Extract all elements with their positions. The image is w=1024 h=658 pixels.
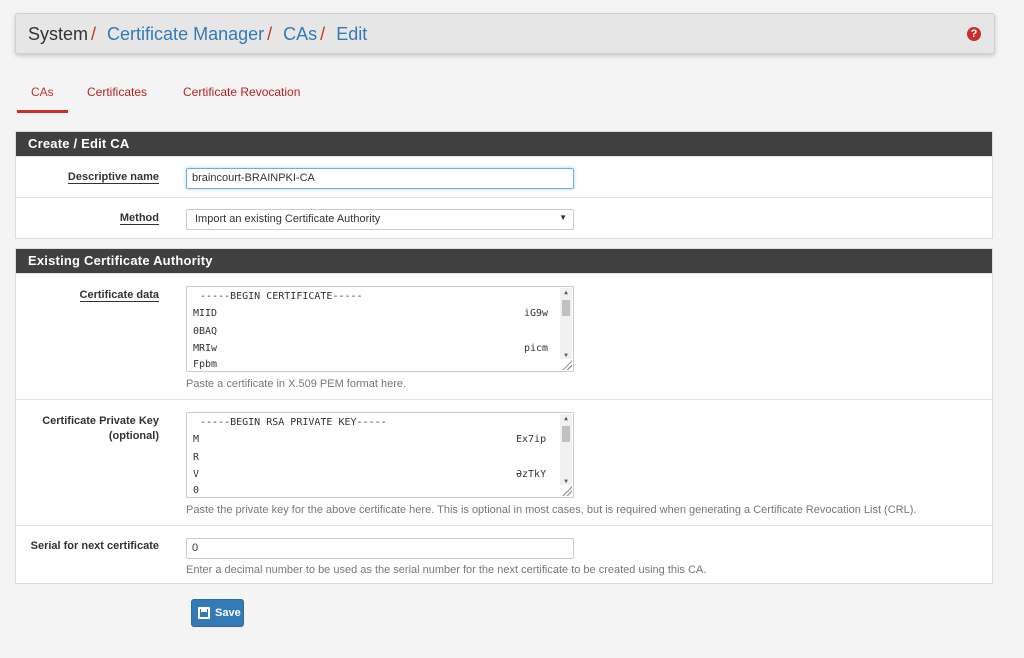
breadcrumb-cas[interactable]: CAs — [283, 24, 317, 44]
panel-heading-existing-ca: Existing Certificate Authority — [16, 249, 992, 273]
chevron-up-icon[interactable]: ▲ — [560, 415, 572, 422]
breadcrumb: System / Certificate Manager / CAs / Edit — [28, 24, 368, 44]
descriptive-name-input[interactable]: braincourt-BRAINPKI-CA — [186, 168, 574, 189]
create-edit-ca-panel: Create / Edit CA Descriptive name brainc… — [15, 131, 993, 239]
private-key-help: Paste the private key for the above cert… — [186, 504, 917, 516]
scrollbar-thumb[interactable] — [562, 300, 570, 316]
existing-ca-panel: Existing Certificate Authority Certifica… — [15, 248, 993, 584]
row-descriptive-name: Descriptive name braincourt-BRAINPKI-CA — [16, 156, 992, 197]
private-key-optional-label: (optional) — [108, 430, 159, 442]
tab-cas[interactable]: CAs — [17, 82, 68, 113]
method-select[interactable]: Import an existing Certificate Authority… — [186, 209, 574, 230]
breadcrumb-edit[interactable]: Edit — [336, 24, 367, 44]
resize-handle-icon[interactable] — [562, 360, 572, 370]
certificate-data-label: Certificate data — [79, 289, 159, 302]
tab-certificate-revocation[interactable]: Certificate Revocation — [183, 82, 300, 113]
cert-line-tail: iG9w — [524, 308, 549, 319]
method-label: Method — [119, 212, 159, 225]
key-line: R — [193, 452, 200, 463]
cert-line: MIID — [193, 308, 218, 319]
resize-handle-icon[interactable] — [562, 486, 572, 496]
save-button[interactable]: Save — [191, 599, 244, 627]
scrollbar[interactable]: ▲ ▼ — [560, 288, 572, 359]
cert-line: MRIw — [193, 343, 218, 354]
serial-help: Enter a decimal number to be used as the… — [186, 564, 707, 576]
breadcrumb-bar: System / Certificate Manager / CAs / Edit ? — [15, 13, 995, 54]
chevron-down-icon: ▼ — [559, 213, 567, 222]
row-method: Method Import an existing Certificate Au… — [16, 197, 992, 239]
scrollbar[interactable]: ▲ ▼ — [560, 414, 572, 485]
cert-line: 0BAQ — [193, 326, 218, 337]
cert-line: Fpbm — [193, 359, 218, 370]
cert-line: -----BEGIN CERTIFICATE----- — [200, 291, 363, 302]
serial-input[interactable]: 0 — [186, 538, 574, 559]
private-key-textarea[interactable]: -----BEGIN RSA PRIVATE KEY----- M R V 0 … — [186, 412, 574, 498]
tab-certificates[interactable]: Certificates — [87, 82, 147, 113]
question-icon[interactable]: ? — [967, 27, 981, 41]
row-certificate-data: Certificate data -----BEGIN CERTIFICATE-… — [16, 273, 992, 399]
cert-line-tail: picm — [524, 343, 549, 354]
key-line: M — [193, 434, 200, 445]
panel-heading-create-edit: Create / Edit CA — [16, 132, 992, 156]
descriptive-name-label: Descriptive name — [67, 171, 159, 184]
private-key-label: Certificate Private Key — [42, 415, 159, 427]
serial-label: Serial for next certificate — [30, 540, 159, 552]
chevron-up-icon[interactable]: ▲ — [560, 289, 572, 296]
row-serial: Serial for next certificate 0 Enter a de… — [16, 525, 992, 583]
breadcrumb-certificate-manager[interactable]: Certificate Manager — [107, 24, 264, 44]
method-select-value: Import an existing Certificate Authority — [195, 213, 381, 225]
chevron-down-icon[interactable]: ▼ — [560, 478, 572, 485]
chevron-down-icon[interactable]: ▼ — [560, 352, 572, 359]
save-button-label: Save — [215, 607, 241, 619]
scrollbar-thumb[interactable] — [562, 426, 570, 442]
key-line: 0 — [193, 485, 200, 496]
row-private-key: Certificate Private Key (optional) -----… — [16, 399, 992, 525]
certificate-data-help: Paste a certificate in X.509 PEM format … — [186, 378, 407, 390]
certificate-data-textarea[interactable]: -----BEGIN CERTIFICATE----- MIID 0BAQ MR… — [186, 286, 574, 372]
save-disk-icon — [198, 607, 210, 619]
breadcrumb-root: System — [28, 24, 89, 44]
key-line-tail: Ex7ip — [516, 434, 547, 445]
key-line-tail: ƏzTkY — [516, 469, 547, 480]
key-line: -----BEGIN RSA PRIVATE KEY----- — [200, 417, 387, 428]
key-line: V — [193, 469, 200, 480]
